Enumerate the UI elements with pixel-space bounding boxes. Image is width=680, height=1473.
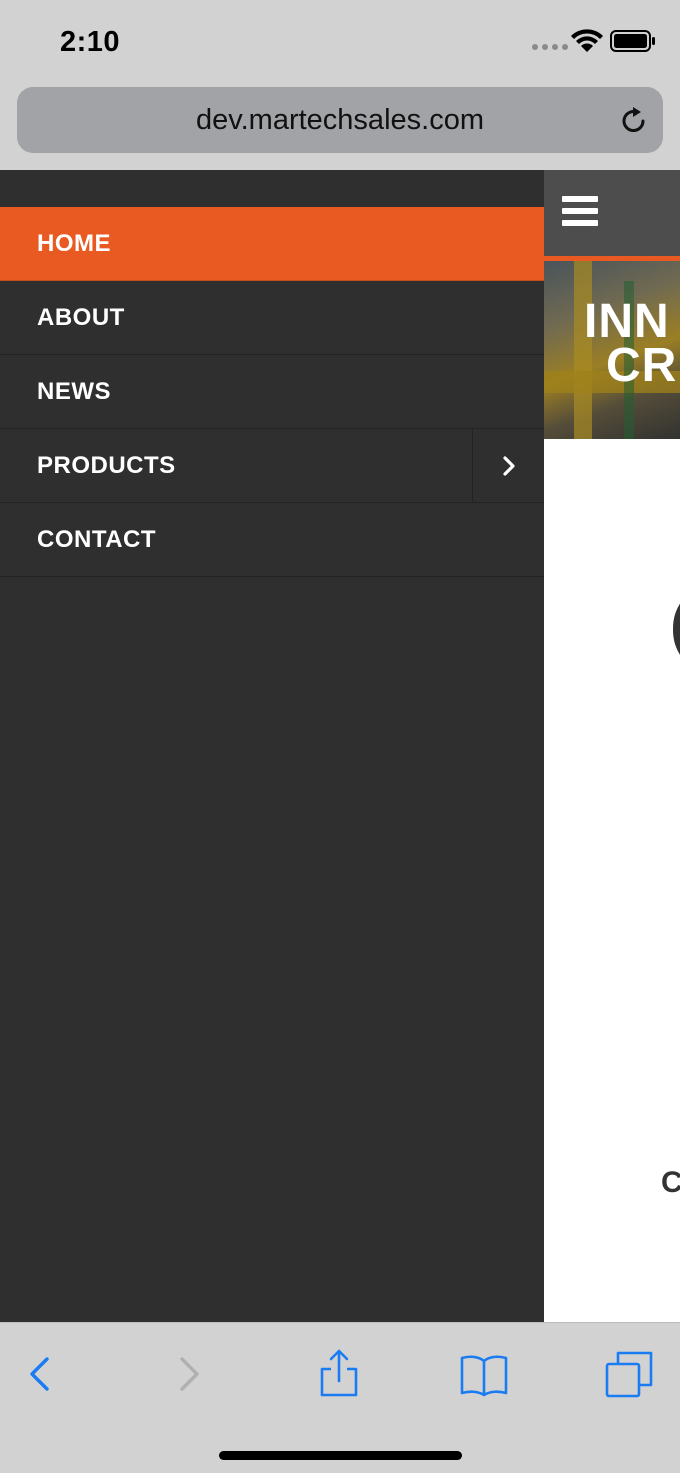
phone-screen: 2:10 dev.martechsales.com INN CR C HOME … — [0, 0, 680, 1473]
menu-item-label: HOME — [37, 229, 111, 257]
tabs-icon[interactable] — [604, 1349, 654, 1399]
hamburger-menu-icon[interactable] — [562, 196, 598, 228]
web-page: INN CR ( C HOME ABOUT NEWS PRODUCTS — [0, 170, 680, 1322]
battery-icon — [610, 30, 655, 52]
share-icon[interactable] — [314, 1349, 364, 1399]
forward-arrow-icon[interactable] — [164, 1349, 214, 1399]
menu-item-label: ABOUT — [37, 303, 125, 331]
hero-banner: INN CR — [544, 261, 680, 439]
menu-list: HOME ABOUT NEWS PRODUCTS CONTACT — [0, 207, 544, 577]
reload-icon[interactable] — [617, 104, 651, 138]
menu-item-label: CONTACT — [37, 525, 157, 553]
address-bar[interactable]: dev.martechsales.com — [17, 87, 663, 153]
url-text[interactable]: dev.martechsales.com — [17, 104, 663, 137]
site-header — [544, 170, 680, 256]
menu-item-label: NEWS — [37, 377, 111, 405]
status-bar: 2:10 — [0, 0, 680, 86]
browser-toolbar — [0, 1322, 680, 1473]
page-content-glyph: ( — [670, 590, 680, 659]
back-arrow-icon[interactable] — [14, 1349, 64, 1399]
menu-item-label: PRODUCTS — [37, 451, 176, 479]
page-content-letter: C — [661, 1166, 680, 1199]
menu-item-contact[interactable]: CONTACT — [0, 503, 544, 577]
status-time: 2:10 — [60, 26, 121, 58]
hero-heading-line-2: CR — [606, 339, 678, 392]
bookmarks-icon[interactable] — [459, 1349, 509, 1399]
home-indicator[interactable] — [219, 1451, 462, 1460]
side-navigation-menu: HOME ABOUT NEWS PRODUCTS CONTACT — [0, 170, 544, 1322]
menu-item-about[interactable]: ABOUT — [0, 281, 544, 355]
menu-item-home[interactable]: HOME — [0, 207, 544, 281]
cellular-signal-icon — [532, 44, 568, 50]
products-submenu-toggle[interactable] — [472, 429, 544, 502]
chevron-right-icon — [502, 455, 515, 476]
menu-item-products[interactable]: PRODUCTS — [0, 429, 544, 503]
menu-item-news[interactable]: NEWS — [0, 355, 544, 429]
wifi-icon — [571, 29, 603, 52]
